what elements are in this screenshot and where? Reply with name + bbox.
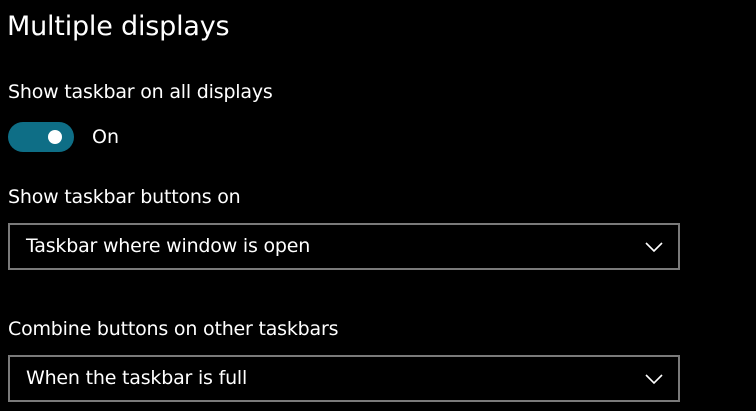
taskbar-buttons-on-label: Show taskbar buttons on [8, 186, 241, 208]
combine-buttons-dropdown[interactable]: When the taskbar is full [8, 355, 680, 402]
multiple-displays-settings: Multiple displays Show taskbar on all di… [0, 0, 756, 411]
section-title: Multiple displays [7, 11, 230, 42]
toggle-state-label: On [92, 126, 119, 148]
combine-buttons-value: When the taskbar is full [26, 367, 248, 389]
taskbar-buttons-on-value: Taskbar where window is open [26, 235, 311, 257]
combine-buttons-label: Combine buttons on other taskbars [8, 318, 339, 340]
chevron-down-icon [645, 374, 663, 385]
toggle-knob [48, 130, 62, 144]
show-taskbar-all-toggle[interactable] [8, 122, 74, 152]
chevron-down-icon [645, 242, 663, 253]
show-taskbar-all-label: Show taskbar on all displays [8, 81, 273, 103]
taskbar-buttons-on-dropdown[interactable]: Taskbar where window is open [8, 223, 680, 270]
